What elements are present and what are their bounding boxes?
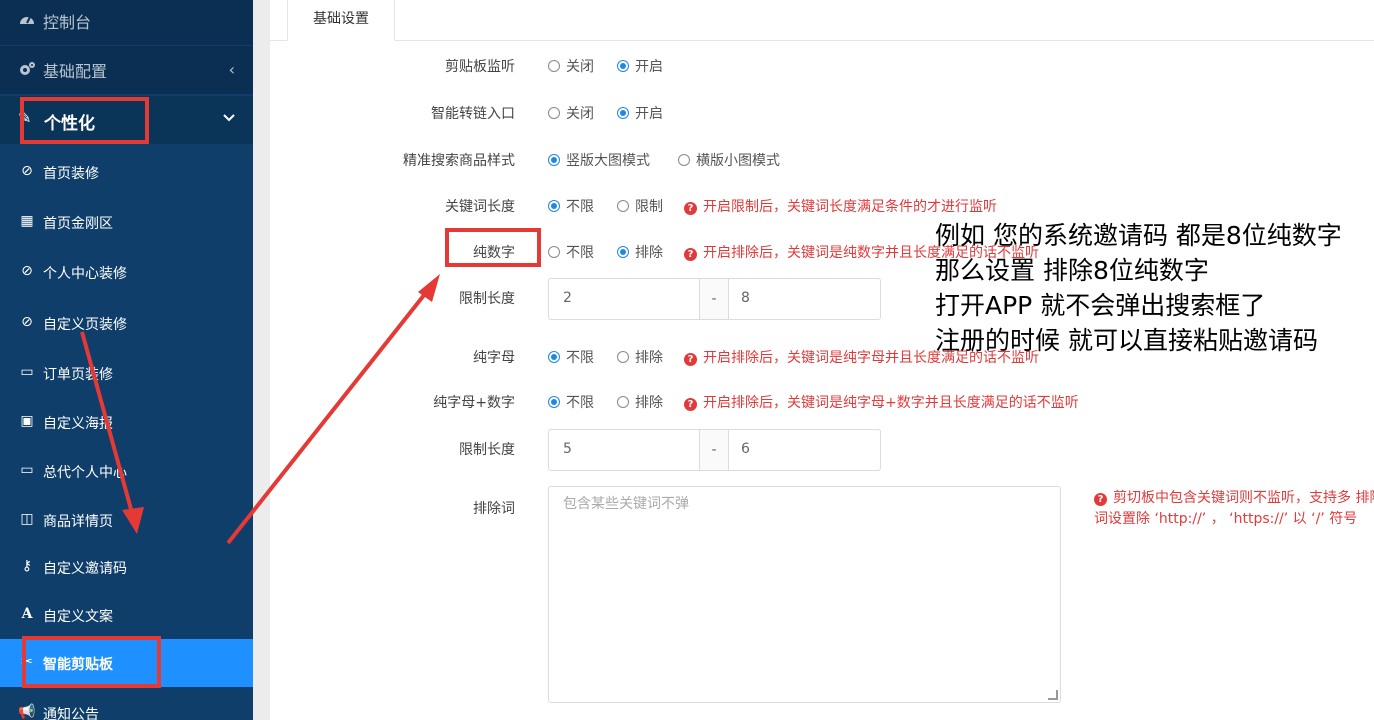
annotation-arrows <box>80 274 440 545</box>
arrow-head <box>122 507 144 534</box>
arrow-line <box>80 331 136 521</box>
arrow-line <box>226 283 434 545</box>
